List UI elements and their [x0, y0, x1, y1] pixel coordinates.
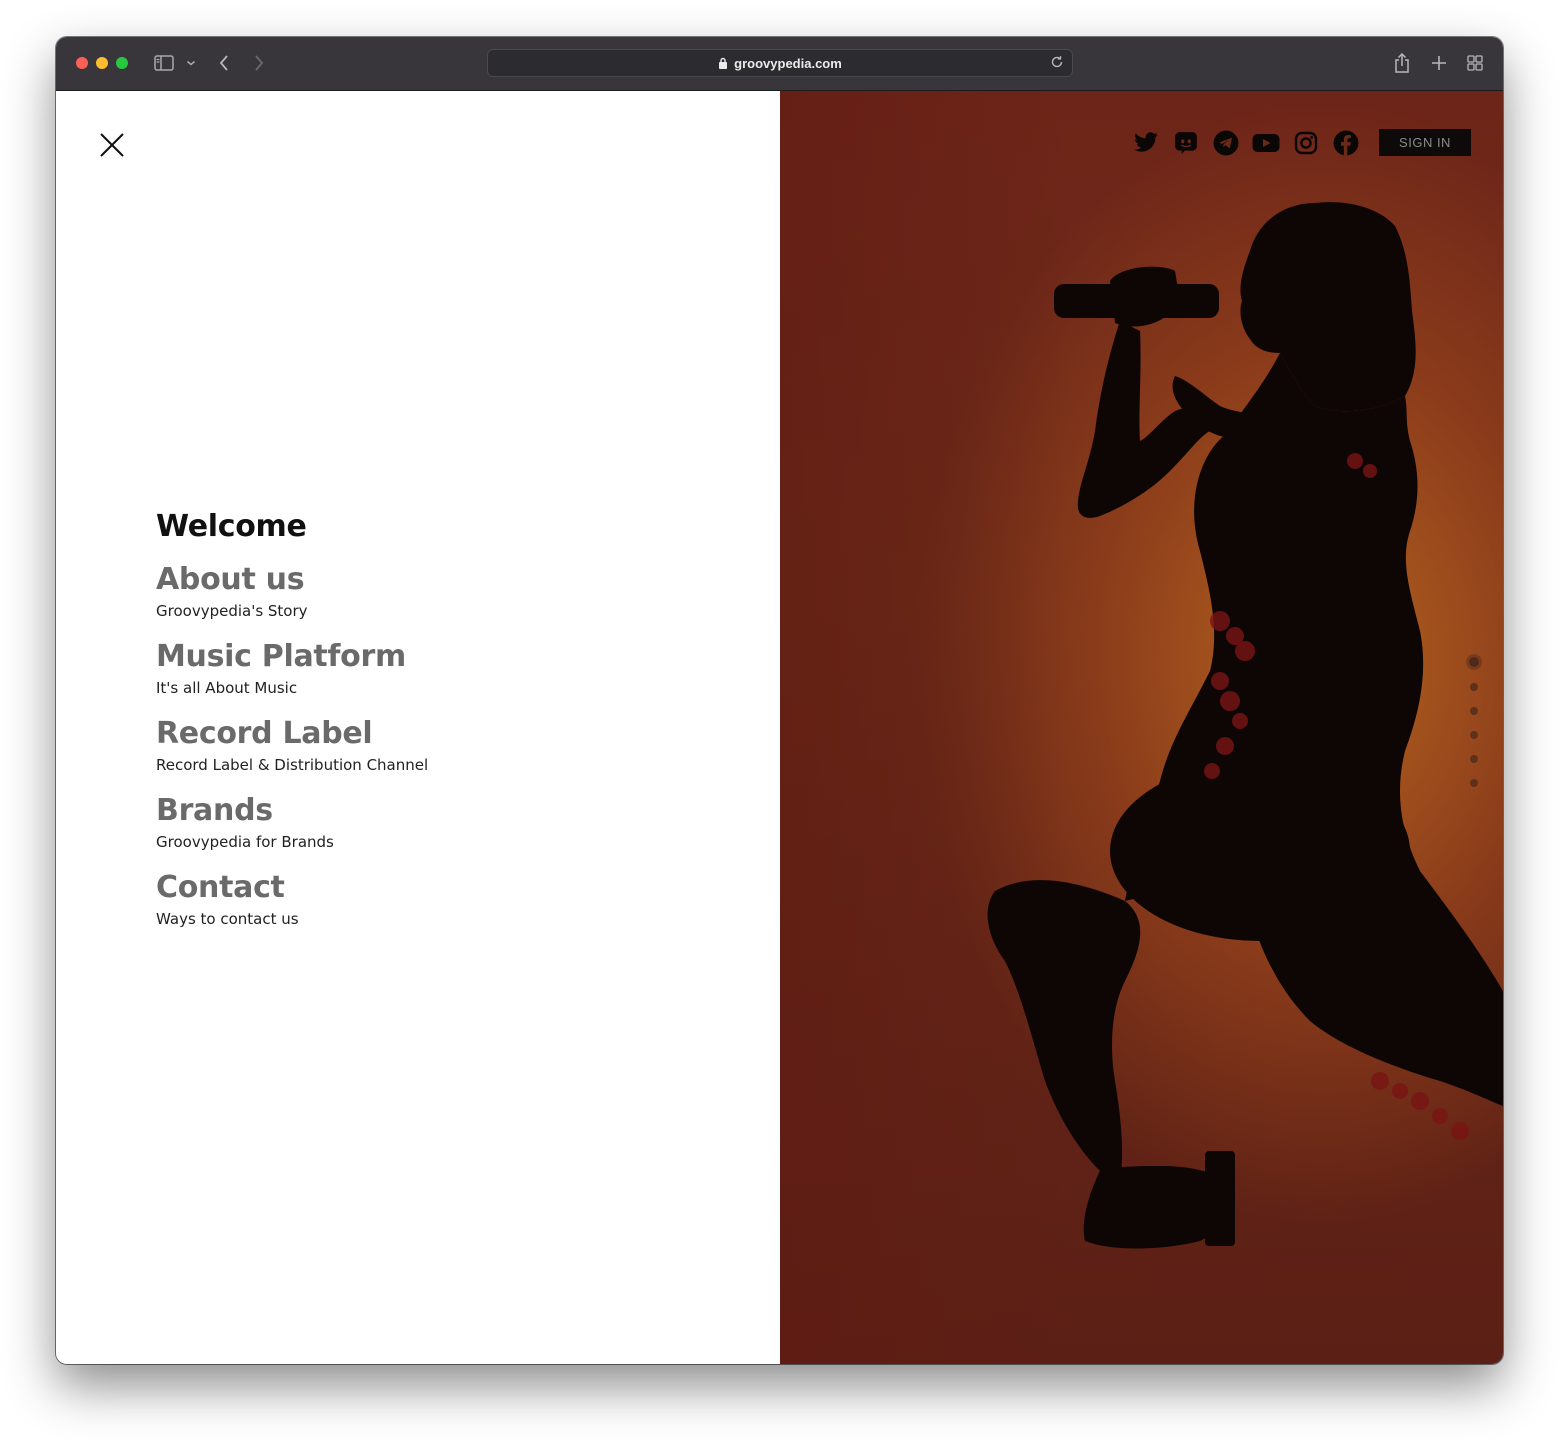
- nav-item-subtitle: Ways to contact us: [156, 910, 299, 928]
- singer-silhouette-image: [987, 202, 1503, 1249]
- forward-icon[interactable]: [251, 51, 267, 75]
- address-url: groovypedia.com: [734, 55, 842, 71]
- nav-item-title: Brands: [156, 793, 273, 828]
- slide-dot-2[interactable]: [1470, 683, 1478, 691]
- sidebar-toggle-icon[interactable]: [153, 51, 175, 75]
- nav-item-title: Music Platform: [156, 639, 406, 674]
- tab-overview-icon[interactable]: [1466, 51, 1484, 75]
- address-bar[interactable]: groovypedia.com: [487, 49, 1073, 77]
- nav-item-record-label[interactable]: Record Label Record Label & Distribution…: [156, 716, 428, 776]
- page-content: Welcome About us Groovypedia's Story Mus…: [56, 91, 1503, 1364]
- browser-window: groovypedia.com Welcome About us Groovyp…: [56, 37, 1503, 1364]
- hero-image-panel: SIGN IN: [780, 91, 1503, 1364]
- nav-item-subtitle: Groovypedia's Story: [156, 602, 308, 620]
- slide-pagination: [1469, 657, 1479, 787]
- instagram-icon[interactable]: [1292, 129, 1320, 157]
- nav-item-brands[interactable]: Brands Groovypedia for Brands: [156, 793, 428, 853]
- facebook-icon[interactable]: [1332, 129, 1360, 157]
- lock-icon: [718, 57, 728, 69]
- close-icon: [100, 133, 124, 157]
- browser-toolbar: groovypedia.com: [56, 37, 1503, 91]
- nav-item-title: About us: [156, 562, 305, 597]
- close-window-button[interactable]: [76, 57, 88, 69]
- nav-item-contact[interactable]: Contact Ways to contact us: [156, 870, 428, 930]
- nav-welcome-link[interactable]: Welcome: [156, 509, 428, 544]
- slide-dot-3[interactable]: [1470, 707, 1478, 715]
- nav-item-subtitle: Groovypedia for Brands: [156, 833, 334, 851]
- nav-item-subtitle: It's all About Music: [156, 679, 298, 697]
- back-icon[interactable]: [216, 51, 232, 75]
- social-links: [1132, 129, 1360, 157]
- slide-dot-5[interactable]: [1470, 755, 1478, 763]
- slide-dot-6[interactable]: [1470, 779, 1478, 787]
- zoom-window-button[interactable]: [116, 57, 128, 69]
- twitter-icon[interactable]: [1132, 129, 1160, 157]
- slide-dot-4[interactable]: [1470, 731, 1478, 739]
- telegram-icon[interactable]: [1212, 129, 1240, 157]
- minimize-window-button[interactable]: [96, 57, 108, 69]
- share-icon[interactable]: [1393, 51, 1411, 75]
- slide-dot-1[interactable]: [1469, 657, 1479, 667]
- close-menu-button[interactable]: [98, 131, 126, 159]
- youtube-icon[interactable]: [1252, 129, 1280, 157]
- nav-item-title: Record Label: [156, 716, 373, 751]
- nav-item-subtitle: Record Label & Distribution Channel: [156, 756, 429, 774]
- new-tab-icon[interactable]: [1430, 51, 1448, 75]
- nav-item-about-us[interactable]: About us Groovypedia's Story: [156, 562, 428, 622]
- nav-item-music-platform[interactable]: Music Platform It's all About Music: [156, 639, 428, 699]
- sign-in-button[interactable]: SIGN IN: [1379, 129, 1471, 156]
- discord-icon[interactable]: [1172, 129, 1200, 157]
- main-navigation: Welcome About us Groovypedia's Story Mus…: [156, 509, 428, 947]
- nav-item-title: Contact: [156, 870, 285, 905]
- reload-icon[interactable]: [1050, 55, 1064, 72]
- chevron-down-icon[interactable]: [185, 51, 197, 75]
- menu-panel: Welcome About us Groovypedia's Story Mus…: [56, 91, 780, 1364]
